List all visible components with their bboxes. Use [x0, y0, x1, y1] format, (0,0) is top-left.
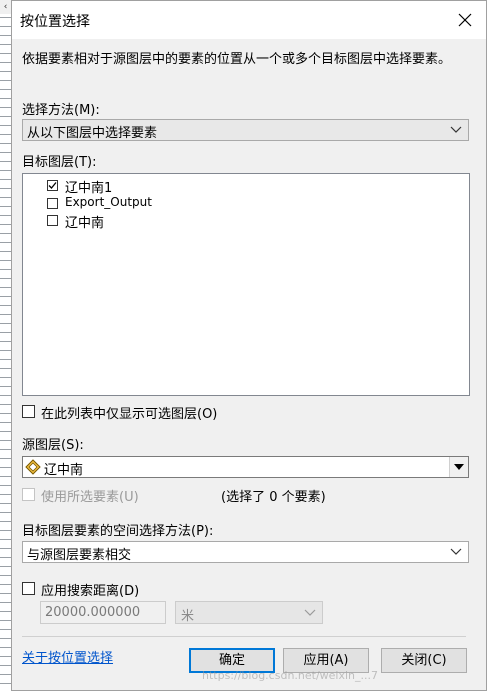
list-item-label: 辽中南 [65, 216, 105, 231]
selection-method-label: 选择方法(M): [22, 103, 100, 118]
checkbox[interactable] [47, 180, 58, 191]
chevron-down-icon [304, 609, 316, 616]
search-distance-value: 20000.000000 [45, 605, 141, 620]
checkbox[interactable] [47, 198, 58, 209]
source-layer-label: 源图层(S): [22, 438, 84, 453]
source-layer-dropdown-button[interactable] [449, 457, 468, 477]
chevron-down-icon [450, 548, 462, 555]
search-distance-input[interactable]: 20000.000000 [40, 601, 166, 624]
search-distance-label: 应用搜索距离(D) [41, 584, 140, 599]
footer-divider [22, 636, 466, 637]
only-selectable-checkbox[interactable] [22, 405, 35, 418]
dialog-title: 按位置选择 [20, 14, 90, 30]
target-layers-list[interactable]: 辽中南1 Export_Output 辽中南 [22, 173, 470, 396]
caret-down-icon [454, 464, 464, 470]
distance-unit-dropdown[interactable]: 米 [175, 601, 323, 624]
title-bar: 按位置选择 [12, 1, 486, 39]
spatial-method-value: 与源图层要素相交 [27, 548, 132, 563]
list-item-label: 辽中南1 [65, 181, 113, 196]
check-icon [48, 182, 57, 189]
target-layers-label: 目标图层(T): [22, 155, 97, 170]
checkbox[interactable] [47, 215, 58, 226]
selected-count-text: (选择了 0 个要素) [221, 490, 326, 505]
dialog-description: 依据要素相对于源图层中的要素的位置从一个或多个目标图层中选择要素。 [22, 52, 452, 67]
search-distance-checkbox[interactable] [22, 582, 35, 595]
spatial-method-dropdown[interactable]: 与源图层要素相交 [22, 541, 469, 563]
use-selected-label: 使用所选要素(U) [41, 490, 139, 505]
spatial-method-label: 目标图层要素的空间选择方法(P): [22, 524, 214, 539]
close-dialog-button[interactable]: 关闭(C) [381, 648, 467, 673]
distance-unit-value: 米 [181, 609, 195, 624]
close-icon [458, 13, 472, 27]
source-layer-value: 辽中南 [44, 463, 84, 478]
select-by-location-dialog: 按位置选择 依据要素相对于源图层中的要素的位置从一个或多个目标图层中选择要素。 … [11, 0, 487, 691]
help-link[interactable]: 关于按位置选择 [22, 647, 113, 666]
chevron-left-icon: ‹ [0, 0, 11, 14]
only-selectable-label: 在此列表中仅显示可选图层(O) [41, 407, 218, 422]
list-item-label: Export_Output [65, 195, 152, 209]
chevron-down-icon [450, 126, 462, 133]
close-button[interactable] [450, 5, 480, 35]
selection-method-value: 从以下图层中选择要素 [27, 126, 158, 141]
source-layer-dropdown[interactable]: 辽中南 [22, 456, 469, 478]
layer-diamond-icon [25, 459, 41, 475]
use-selected-checkbox[interactable] [22, 488, 35, 501]
selection-method-dropdown[interactable]: 从以下图层中选择要素 [22, 119, 469, 141]
watermark: https://blog.csdn.net/weixin_...7 [202, 669, 379, 682]
